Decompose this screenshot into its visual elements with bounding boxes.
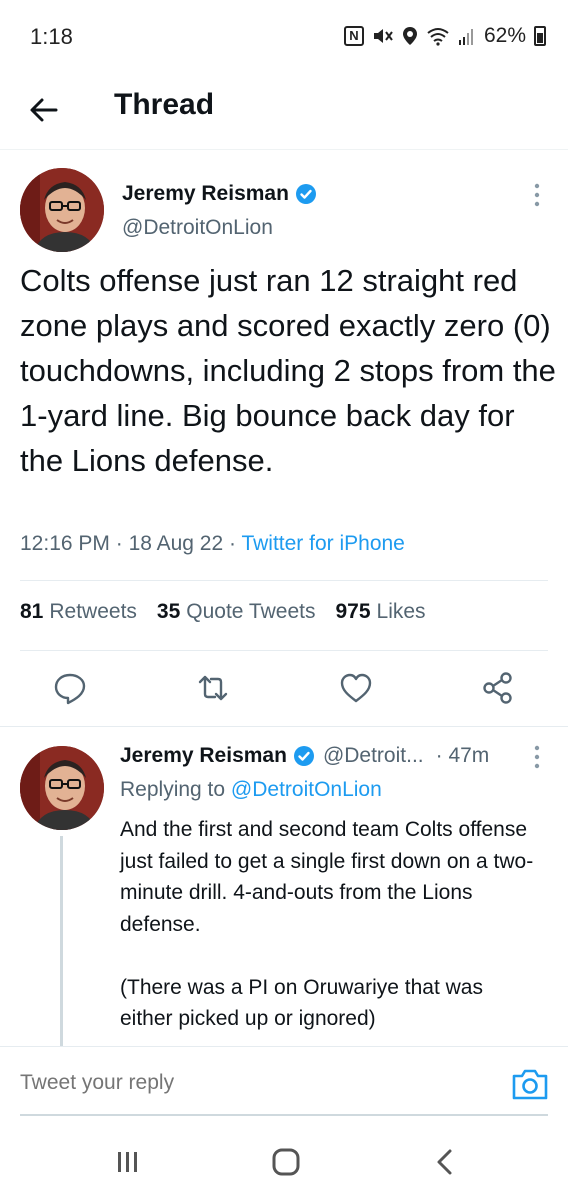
- home-button[interactable]: [266, 1144, 306, 1180]
- system-nav-bar: [0, 1120, 568, 1200]
- tweet-source-link[interactable]: Twitter for iPhone: [241, 532, 404, 555]
- retweet-icon: [198, 675, 228, 701]
- avatar[interactable]: [20, 746, 104, 830]
- author-name-text: Jeremy Reisman: [122, 182, 289, 205]
- share-button[interactable]: [480, 670, 516, 706]
- home-icon: [272, 1148, 300, 1176]
- quotes-label: Quote Tweets: [186, 600, 316, 623]
- chevron-left-icon: [437, 1149, 452, 1175]
- tweet-meta: 12:16 PM · 18 Aug 22 · Twitter for iPhon…: [20, 532, 405, 555]
- reply-button[interactable]: [52, 670, 88, 706]
- likes-stat[interactable]: 975 Likes: [335, 600, 425, 624]
- battery-icon: [534, 26, 546, 46]
- tweet-actions: [0, 666, 568, 710]
- avatar[interactable]: [20, 168, 104, 252]
- reply-author-handle: @Detroit...: [322, 744, 424, 767]
- quotes-stat[interactable]: 35 Quote Tweets: [157, 600, 316, 624]
- likes-count: 975: [335, 600, 371, 623]
- replying-to-prefix: Replying to: [120, 778, 226, 801]
- author-name[interactable]: Jeremy Reisman: [122, 182, 317, 206]
- reply-input[interactable]: [20, 1071, 460, 1095]
- share-icon: [483, 672, 512, 704]
- status-bar: 1:18 N 62%: [0, 0, 568, 72]
- system-back-button[interactable]: [426, 1144, 466, 1180]
- retweets-stat[interactable]: 81 Retweets: [20, 600, 137, 624]
- thread-header: Thread: [0, 72, 568, 150]
- page-title: Thread: [114, 88, 215, 121]
- more-options-button[interactable]: [526, 180, 548, 210]
- nfc-icon: N: [343, 26, 364, 46]
- reply-age: · 47m: [435, 744, 490, 767]
- tweet-time: 12:16 PM: [20, 532, 110, 555]
- retweets-label: Retweets: [49, 600, 137, 623]
- tweet-date: 18 Aug 22: [128, 532, 224, 555]
- mute-icon: [373, 29, 393, 43]
- tweet-text: Colts offense just ran 12 straight red z…: [20, 263, 556, 478]
- like-icon: [340, 673, 372, 703]
- divider: [0, 726, 568, 727]
- camera-button[interactable]: [510, 1066, 550, 1102]
- thread-connector-line: [60, 836, 63, 1046]
- status-time: 1:18: [30, 24, 73, 49]
- camera-icon: [512, 1069, 548, 1100]
- tweet-stats: 81 Retweets 35 Quote Tweets 975 Likes: [20, 600, 426, 624]
- back-button[interactable]: [24, 90, 64, 130]
- reply-input-underline: [20, 1114, 548, 1116]
- divider: [20, 580, 548, 581]
- retweet-button[interactable]: [195, 670, 231, 706]
- battery-percent: 62%: [483, 24, 526, 47]
- more-vertical-icon: [534, 183, 540, 207]
- likes-label: Likes: [376, 600, 426, 623]
- reply-more-options-button[interactable]: [526, 742, 548, 772]
- replying-to: Replying to @DetroitOnLion: [120, 778, 382, 802]
- author-handle[interactable]: @DetroitOnLion: [122, 216, 273, 240]
- reply-author-name: Jeremy Reisman: [120, 744, 287, 767]
- avatar-image: [20, 168, 104, 252]
- signal-icon: [458, 29, 473, 45]
- replying-to-handle-link[interactable]: @DetroitOnLion: [231, 778, 382, 801]
- location-icon: [402, 27, 417, 45]
- reply-header[interactable]: Jeremy Reisman @Detroit... · 47m: [120, 744, 489, 768]
- recent-apps-icon: [118, 1152, 137, 1172]
- recent-apps-button[interactable]: [108, 1144, 148, 1180]
- reply-compose-bar: [0, 1046, 568, 1116]
- like-button[interactable]: [338, 670, 374, 706]
- avatar-image: [20, 746, 104, 830]
- reply-text: And the first and second team Colts offe…: [120, 818, 534, 1030]
- verified-badge-icon: [293, 746, 314, 767]
- more-vertical-icon: [534, 745, 540, 769]
- status-icons: N 62%: [343, 24, 546, 48]
- reply-icon: [54, 673, 86, 705]
- retweets-count: 81: [20, 600, 44, 623]
- verified-badge-icon: [295, 184, 316, 205]
- divider: [20, 650, 548, 651]
- wifi-icon: [427, 28, 449, 46]
- arrow-left-icon: [30, 98, 58, 122]
- quotes-count: 35: [156, 600, 181, 623]
